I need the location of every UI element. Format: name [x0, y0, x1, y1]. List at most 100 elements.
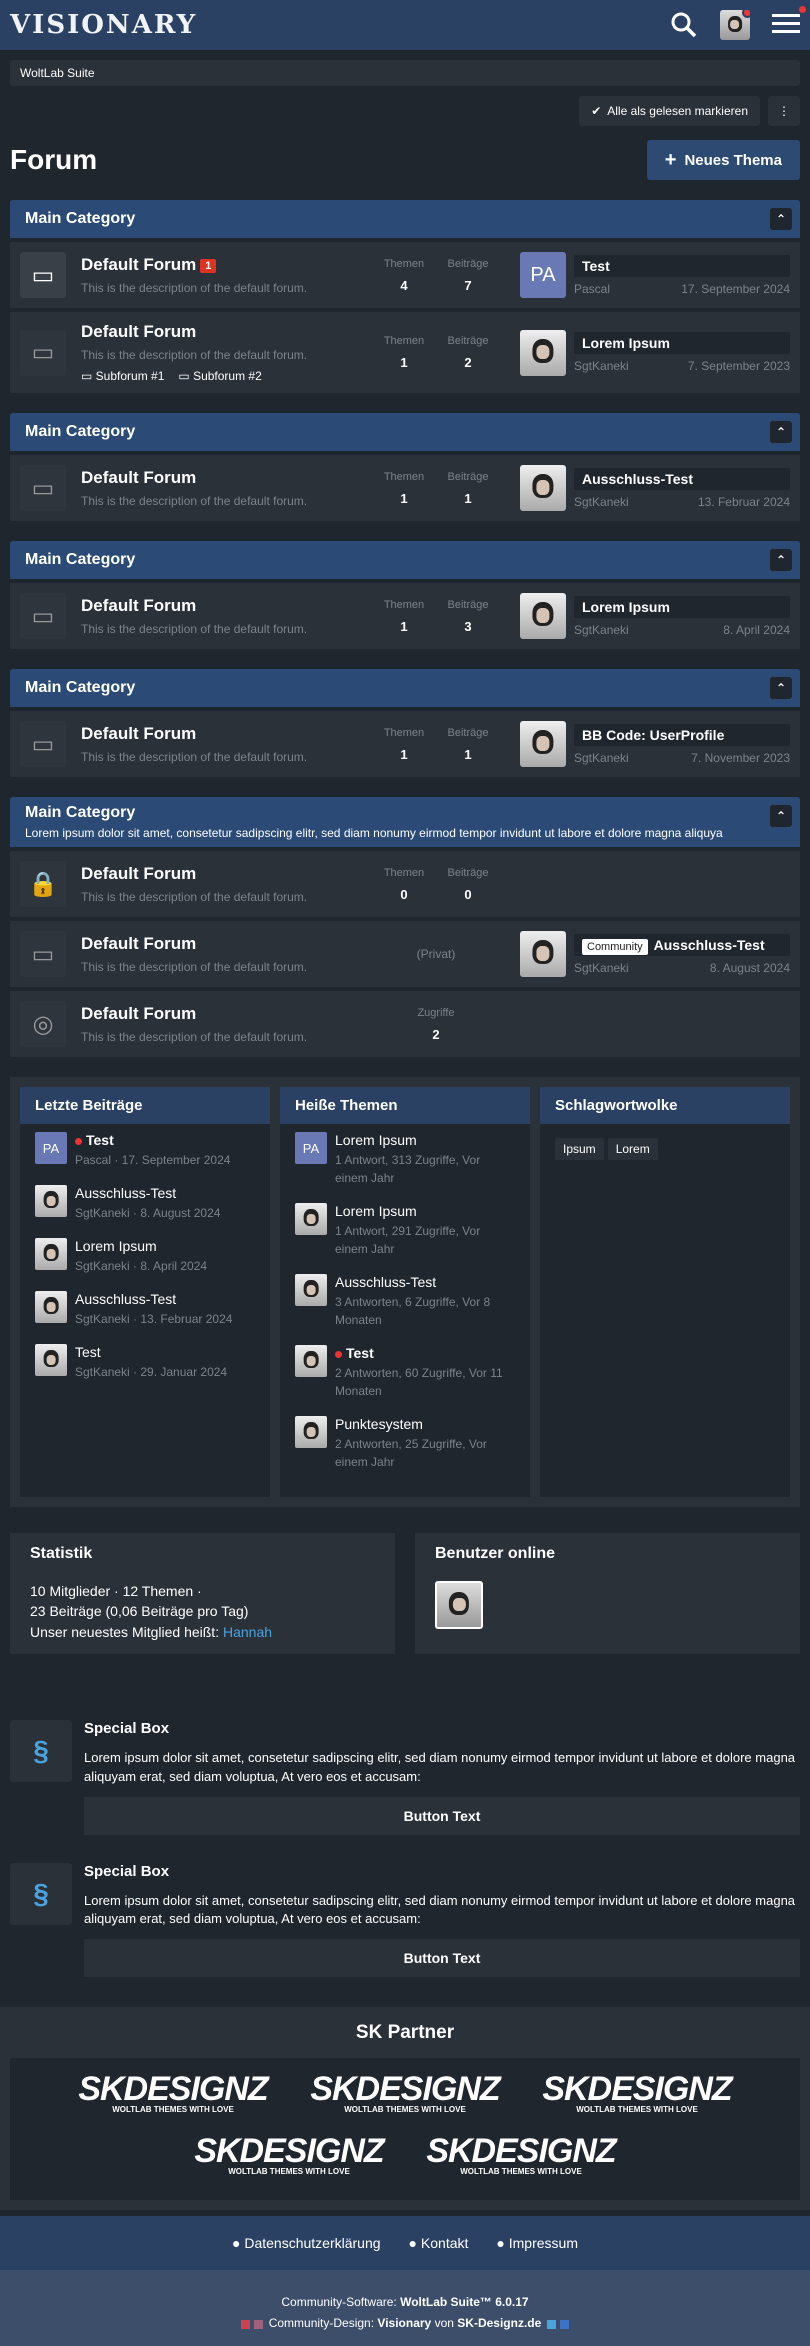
last-post-title[interactable]: Lorem Ipsum	[574, 595, 790, 618]
category-header[interactable]: Main Category ⌃	[10, 541, 800, 579]
last-post[interactable]: Lorem Ipsum SgtKaneki 8. April 2024	[520, 593, 790, 639]
software-link[interactable]: WoltLab Suite™ 6.0.17	[400, 2295, 528, 2309]
footer-link[interactable]: ● Datenschutzerklärung	[232, 2235, 381, 2251]
item-title[interactable]: Lorem Ipsum	[335, 1132, 515, 1148]
menu-icon[interactable]	[772, 3, 808, 39]
item-avatar[interactable]	[35, 1291, 67, 1323]
board-row[interactable]: 🔒 Default Forum This is the description of…	[10, 851, 800, 917]
collapse-toggle[interactable]: ⌃	[770, 421, 792, 443]
category-header[interactable]: Main Category ⌃	[10, 669, 800, 707]
last-post[interactable]: Community Ausschluss-Test SgtKaneki 8. Augu…	[520, 931, 790, 977]
list-item[interactable]: PA Lorem Ipsum 1 Antwort, 313 Zugriffe, Vo…	[280, 1124, 530, 1195]
list-item[interactable]: PA Test Pascal · 17. September 2024	[20, 1124, 270, 1177]
newest-member-link[interactable]: Hannah	[223, 1624, 272, 1640]
last-post[interactable]: PA Test Pascal 17. September 2024	[520, 252, 790, 298]
board-name[interactable]: Default Forum	[81, 724, 196, 743]
more-options-button[interactable]: ⋮	[768, 96, 800, 126]
subforum-link[interactable]: ▭ Subforum #2	[178, 369, 261, 383]
last-post-avatar[interactable]	[520, 329, 566, 376]
list-item[interactable]: Test SgtKaneki · 29. Januar 2024	[20, 1336, 270, 1389]
tag-item[interactable]: Lorem	[607, 1138, 658, 1160]
last-post-user[interactable]: SgtKaneki	[574, 623, 629, 637]
board-row[interactable]: ▭ Default Forum This is the description of…	[10, 921, 800, 987]
item-avatar[interactable]	[295, 1274, 327, 1306]
last-post-title[interactable]: Lorem Ipsum	[574, 332, 790, 354]
category-header[interactable]: Main Category Lorem ipsum dolor sit amet,…	[10, 797, 800, 847]
footer-link[interactable]: ● Kontakt	[409, 2235, 469, 2251]
item-avatar[interactable]	[295, 1203, 327, 1235]
item-title[interactable]: Ausschluss-Test	[75, 1185, 220, 1201]
design-by-link[interactable]: SK-Designz.de	[457, 2316, 541, 2330]
last-post-title[interactable]: Ausschluss-Test	[574, 467, 790, 490]
board-name[interactable]: Default Forum	[81, 255, 196, 274]
collapse-toggle[interactable]: ⌃	[770, 677, 792, 699]
tag-item[interactable]: Ipsum	[555, 1138, 604, 1160]
special-button[interactable]: Button Text	[84, 1939, 800, 1978]
item-avatar[interactable]	[295, 1345, 327, 1377]
board-row[interactable]: ▭ Default Forum 1 This is the description o…	[10, 242, 800, 308]
last-post-user[interactable]: SgtKaneki	[574, 495, 629, 509]
partner-logo[interactable]: SKDESIGNZ WOLTLAB THEMES WITH LOVE	[300, 2070, 510, 2126]
category-header[interactable]: Main Category ⌃	[10, 413, 800, 451]
board-name[interactable]: Default Forum	[81, 864, 196, 883]
list-item[interactable]: Test 2 Antworten, 60 Zugriffe, Vor 11 Mon…	[280, 1337, 530, 1408]
item-avatar[interactable]	[35, 1238, 67, 1270]
board-row[interactable]: ▭ Default Forum This is the description of…	[10, 312, 800, 393]
item-title[interactable]: Lorem Ipsum	[75, 1238, 207, 1254]
item-title[interactable]: Test	[335, 1345, 515, 1361]
last-post[interactable]: BB Code: UserProfile SgtKaneki 7. November…	[520, 721, 790, 767]
board-name[interactable]: Default Forum	[81, 322, 196, 341]
item-title[interactable]: Ausschluss-Test	[75, 1291, 232, 1307]
board-row[interactable]: ▭ Default Forum This is the description of…	[10, 455, 800, 521]
board-row[interactable]: ▭ Default Forum This is the description of…	[10, 583, 800, 649]
online-user-avatar[interactable]	[435, 1581, 483, 1629]
partner-logo[interactable]: SKDESIGNZ WOLTLAB THEMES WITH LOVE	[68, 2070, 278, 2126]
subforum-link[interactable]: ▭ Subforum #1	[81, 369, 164, 383]
new-topic-button[interactable]: + Neues Thema	[646, 140, 800, 180]
collapse-toggle[interactable]: ⌃	[770, 208, 792, 230]
list-item[interactable]: Ausschluss-Test SgtKaneki · 8. August 202…	[20, 1177, 270, 1230]
user-avatar[interactable]	[720, 10, 750, 40]
board-name[interactable]: Default Forum	[81, 934, 196, 953]
last-post[interactable]: Lorem Ipsum SgtKaneki 7. September 2023	[520, 329, 790, 376]
last-post-user[interactable]: Pascal	[574, 282, 610, 296]
site-logo[interactable]: VISIONARY	[10, 10, 197, 40]
list-item[interactable]: Ausschluss-Test 3 Antworten, 6 Zugriffe, …	[280, 1266, 530, 1337]
list-item[interactable]: Lorem Ipsum SgtKaneki · 8. April 2024	[20, 1230, 270, 1283]
last-post-title[interactable]: Test	[574, 254, 790, 277]
list-item[interactable]: Punktesystem 2 Antworten, 25 Zugriffe, Vo…	[280, 1408, 530, 1479]
mark-all-read-button[interactable]: ✔ Alle als gelesen markieren	[579, 96, 760, 126]
last-post-user[interactable]: SgtKaneki	[574, 359, 629, 373]
collapse-toggle[interactable]: ⌃	[770, 549, 792, 571]
list-item[interactable]: Ausschluss-Test SgtKaneki · 13. Februar 2…	[20, 1283, 270, 1336]
item-avatar[interactable]: PA	[295, 1132, 327, 1164]
item-title[interactable]: Punktesystem	[335, 1416, 515, 1432]
last-post-avatar[interactable]: PA	[520, 252, 566, 298]
last-post-user[interactable]: SgtKaneki	[574, 751, 629, 765]
last-post-user[interactable]: SgtKaneki	[574, 961, 629, 975]
item-avatar[interactable]	[295, 1416, 327, 1448]
item-title[interactable]: Test	[75, 1132, 230, 1148]
board-row[interactable]: ▭ Default Forum This is the description of…	[10, 711, 800, 777]
partner-logo[interactable]: SKDESIGNZ WOLTLAB THEMES WITH LOVE	[184, 2132, 394, 2188]
board-name[interactable]: Default Forum	[81, 468, 196, 487]
partner-logo[interactable]: SKDESIGNZ WOLTLAB THEMES WITH LOVE	[416, 2132, 626, 2188]
item-title[interactable]: Test	[75, 1344, 227, 1360]
collapse-toggle[interactable]: ⌃	[770, 805, 792, 827]
board-name[interactable]: Default Forum	[81, 1004, 196, 1023]
breadcrumb[interactable]: WoltLab Suite	[10, 60, 800, 86]
last-post-title[interactable]: BB Code: UserProfile	[574, 723, 790, 746]
last-post-avatar[interactable]	[520, 593, 566, 639]
partner-logo[interactable]: SKDESIGNZ WOLTLAB THEMES WITH LOVE	[532, 2070, 742, 2126]
last-post-avatar[interactable]	[520, 721, 566, 767]
list-item[interactable]: Lorem Ipsum 1 Antwort, 291 Zugriffe, Vor …	[280, 1195, 530, 1266]
item-avatar[interactable]	[35, 1185, 67, 1217]
item-title[interactable]: Lorem Ipsum	[335, 1203, 515, 1219]
last-post-title[interactable]: Community Ausschluss-Test	[574, 933, 790, 956]
last-post-avatar[interactable]	[520, 465, 566, 511]
board-name[interactable]: Default Forum	[81, 596, 196, 615]
special-button[interactable]: Button Text	[84, 1796, 800, 1835]
item-avatar[interactable]	[35, 1344, 67, 1376]
category-header[interactable]: Main Category ⌃	[10, 200, 800, 238]
item-title[interactable]: Ausschluss-Test	[335, 1274, 515, 1290]
